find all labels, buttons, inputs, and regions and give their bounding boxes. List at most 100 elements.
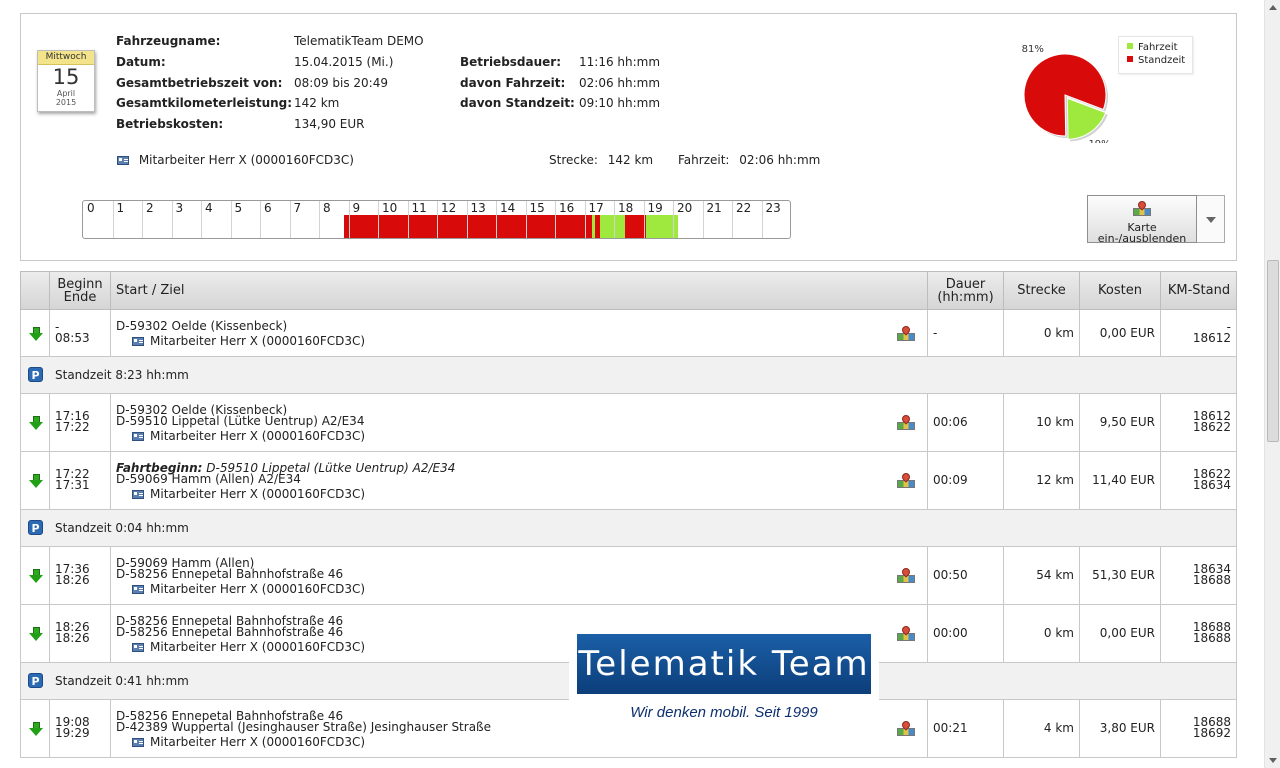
legend-item-standzeit: Standzeit <box>1127 55 1185 67</box>
calendar-year: 2015 <box>55 98 77 107</box>
timeline-panel: 0 1 2 3 4 5 6 7 8 9 10 11 12 13 14 15 16 17 18 19 20 21 22 23 K… <box>20 179 1237 261</box>
timeline-hour-divider <box>142 201 143 238</box>
timeline-hour-label: 9 <box>352 201 361 215</box>
standzeit-text: Standzeit 0:04 hh:mm <box>55 521 189 535</box>
total-time-label: Gesamtbetriebszeit von: <box>116 76 283 90</box>
show-on-map-icon[interactable] <box>897 624 915 641</box>
trip-cost: 9,50 EUR <box>1099 415 1155 429</box>
trip-cost: 3,80 EUR <box>1099 721 1155 735</box>
scroll-thumb[interactable] <box>1267 260 1279 442</box>
pie-legend: Fahrzeit Standzeit <box>1118 36 1193 74</box>
trip-driver: Mitarbeiter Herr X (0000160FCD3C) <box>132 736 365 748</box>
header-begin-end[interactable]: Beginn Ende <box>50 272 111 310</box>
timeline-hour-label: 1 <box>116 201 125 215</box>
person-card-icon <box>117 156 129 165</box>
show-on-map-icon[interactable] <box>897 719 915 736</box>
header-cost[interactable]: Kosten <box>1080 272 1161 310</box>
toggle-map-button[interactable]: Karte ein-/ausblenden <box>1087 195 1197 244</box>
trip-route-cell <box>111 310 928 356</box>
trip-distance: 10 km <box>1036 415 1074 429</box>
vertical-scrollbar[interactable] <box>1264 0 1280 768</box>
show-on-map-icon[interactable] <box>897 413 915 430</box>
trip-row[interactable]: 17:16 17:22 D-59302 Oelde (Kissenbeck) D-59… <box>20 394 1237 452</box>
header-duration[interactable]: Dauer (hh:mm) <box>928 272 1004 310</box>
trip-duration: 00:21 <box>933 721 968 735</box>
trip-km-end: 18634 <box>1192 478 1231 492</box>
total-time-value: 08:09 bis 20:49 <box>294 76 388 90</box>
map-icon <box>1133 199 1151 216</box>
person-card-icon <box>132 490 144 499</box>
trip-row[interactable]: - 08:53 D-59302 Oelde (Kissenbeck) Mitarbei… <box>20 310 1237 357</box>
trip-destination-location: D-42389 Wuppertal (Jesinghauser Straße) … <box>116 720 491 734</box>
summary-route-value: 142 km <box>607 153 654 167</box>
trip-duration-cell <box>928 310 1004 356</box>
header-route[interactable]: Start / Ziel <box>111 272 928 310</box>
trip-report-page: Mittwoch 15 April 2015 Fahrzeugname: Tel… <box>20 0 1237 768</box>
table-header: Beginn Ende Start / Ziel Dauer (hh:mm) S… <box>20 271 1237 310</box>
timeline-hour-label: 2 <box>146 201 154 215</box>
brand-logo-panel: Telematik Team Wir denken mobil. Seit 19… <box>569 628 879 740</box>
trip-end: 17:22 <box>55 420 90 434</box>
timeline-hour-label: 3 <box>175 201 184 215</box>
trip-destination-location: D-58256 Ennepetal Bahnhofstraße 46 <box>116 567 344 581</box>
drive-time-label: davon Fahrzeit: <box>460 76 566 90</box>
map-options-dropdown[interactable] <box>1197 195 1225 243</box>
trip-start-location: D-59302 Oelde (Kissenbeck) <box>116 319 288 333</box>
header-icon-col <box>21 272 50 310</box>
calendar-month: April <box>56 89 76 98</box>
standzeit-text: Standzeit 8:23 hh:mm <box>55 368 189 382</box>
trip-direction-icon <box>29 569 43 583</box>
parking-icon: P <box>28 673 43 688</box>
trip-driver-name: Mitarbeiter Herr X (0000160FCD3C) <box>150 640 366 654</box>
show-on-map-icon[interactable] <box>897 324 915 341</box>
stand-time-label: davon Standzeit: <box>460 96 575 110</box>
summary-drivetime: Fahrzeit: 02:06 hh:mm <box>678 153 820 167</box>
timeline-hour-label: 10 <box>382 201 398 215</box>
trip-duration: - <box>933 326 938 340</box>
stand-time-value: 09:10 hh:mm <box>579 96 661 110</box>
pie-chart: 19% 81% <box>1022 44 1111 143</box>
show-on-map-icon[interactable] <box>897 566 915 583</box>
trip-duration: 00:06 <box>933 415 968 429</box>
trip-destination-location: D-59069 Hamm (Allen) A2/E34 <box>116 472 301 486</box>
trip-end: 18:26 <box>55 631 90 645</box>
timeline-hour-divider <box>230 201 232 238</box>
trip-km-end: 18692 <box>1192 726 1231 740</box>
trip-duration: 00:09 <box>933 473 968 487</box>
day-timeline[interactable]: 0 1 2 3 4 5 6 7 8 9 10 11 12 13 14 15 16 17 18 19 20 21 22 23 <box>82 200 791 239</box>
trip-duration: 00:00 <box>933 626 968 640</box>
scroll-up-arrow-icon[interactable] <box>1265 0 1280 16</box>
timeline-hour-divider <box>437 201 438 238</box>
trip-driver-name: Mitarbeiter Herr X (0000160FCD3C) <box>150 487 366 501</box>
trip-row[interactable]: 17:36 18:26 D-59069 Hamm (Allen) D-58256 En… <box>20 547 1237 605</box>
legend-label-standzeit: Standzeit <box>1138 55 1186 66</box>
timeline-hour-label: 6 <box>264 201 272 215</box>
legend-swatch-standzeit <box>1127 56 1133 62</box>
trip-km-end: 18688 <box>1192 631 1231 645</box>
trip-driver-name: Mitarbeiter Herr X (0000160FCD3C) <box>150 429 366 443</box>
legend-swatch-fahrzeit <box>1127 43 1133 49</box>
scroll-down-arrow-icon[interactable] <box>1265 752 1280 768</box>
header-km[interactable]: KM-Stand <box>1161 272 1237 310</box>
trip-direction-icon <box>29 474 43 488</box>
cost-value: 134,90 EUR <box>294 117 365 131</box>
trip-driver: Mitarbeiter Herr X (0000160FCD3C) <box>132 429 366 443</box>
legend-item-fahrzeit: Fahrzeit <box>1127 42 1178 54</box>
brand-slogan: Wir denken mobil. Seit 1999 <box>630 704 818 721</box>
trip-end: 19:29 <box>55 726 90 740</box>
total-km-value: 142 km <box>294 96 340 110</box>
trip-destination-location: D-59510 Lippetal (Lütke Uentrup) A2/E34 <box>116 414 365 428</box>
standzeit-text: Standzeit 0:41 hh:mm <box>55 674 189 688</box>
trip-distance: 4 km <box>1043 721 1074 735</box>
trip-cost: 51,30 EUR <box>1092 568 1155 582</box>
timeline-hour-divider <box>525 201 527 238</box>
timeline-hour-label: 18 <box>618 201 634 215</box>
person-card-icon <box>132 337 144 346</box>
header-distance[interactable]: Strecke <box>1004 272 1080 310</box>
summary-driver-name: Mitarbeiter Herr X (0000160FCD3C) <box>138 153 354 167</box>
trip-driver-name: Mitarbeiter Herr X (0000160FCD3C) <box>150 334 366 348</box>
trip-row[interactable]: 17:22 17:31 Fahrtbeginn: D-59510 Lippetal … <box>20 452 1237 510</box>
header-end: Ende <box>63 290 97 305</box>
timeline-hour-divider <box>407 201 409 238</box>
show-on-map-icon[interactable] <box>897 471 915 488</box>
